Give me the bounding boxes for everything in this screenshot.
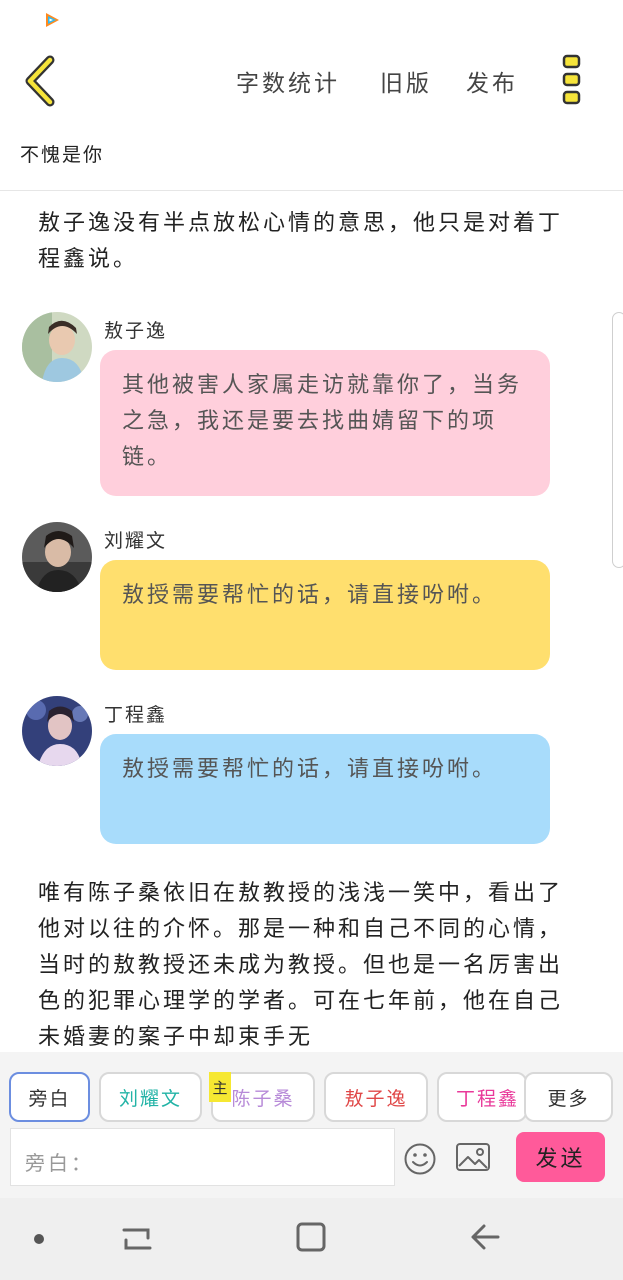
back-nav-icon[interactable] xyxy=(468,1220,502,1254)
smiley-icon xyxy=(404,1143,436,1175)
role-chip-narrator[interactable]: 旁白 xyxy=(9,1072,90,1122)
chapter-title[interactable]: 不愧是你 xyxy=(20,140,104,167)
more-roles-button[interactable]: 更多 xyxy=(524,1072,613,1122)
emoji-button[interactable] xyxy=(403,1142,437,1176)
role-label: 旁白 xyxy=(28,1087,71,1110)
status-bar xyxy=(0,0,623,42)
scrollbar-handle[interactable] xyxy=(612,312,623,568)
tencent-video-icon xyxy=(46,13,59,27)
recent-apps-icon[interactable] xyxy=(120,1222,154,1256)
top-bar: 字数统计 旧版 发布 xyxy=(0,42,623,122)
chat-message: 刘耀文 敖授需要帮忙的话，请直接吩咐。 xyxy=(22,522,582,672)
speaker-name: 丁程鑫 xyxy=(104,704,168,726)
narration-text: 唯有陈子桑依旧在敖教授的浅浅一笑中，看出了他对以往的介怀。那是一种和自己不同的心… xyxy=(38,881,564,1050)
home-icon[interactable] xyxy=(294,1220,328,1254)
divider xyxy=(0,190,623,191)
composer-panel: 旁白 刘耀文 陈子桑 敖子逸 丁程鑫 更多 旁白： 发送 xyxy=(0,1052,623,1198)
narration-text: 敖子逸没有半点放松心情的意思，他只是对着丁程鑫说。 xyxy=(38,211,564,272)
message-bubble[interactable]: 其他被害人家属走访就靠你了，当务之急，我还是要去找曲婧留下的项链。 xyxy=(100,350,550,496)
avatar[interactable] xyxy=(22,522,92,592)
main-role-badge: 主 xyxy=(209,1072,231,1102)
role-label: 丁程鑫 xyxy=(455,1087,519,1110)
role-chip-liu-yaowen[interactable]: 刘耀文 xyxy=(99,1072,202,1122)
word-count-button[interactable]: 字数统计 xyxy=(236,64,340,98)
role-label: 更多 xyxy=(547,1087,590,1110)
speaker-name: 敖子逸 xyxy=(104,320,168,342)
publish-button[interactable]: 发布 xyxy=(466,64,518,98)
chat-message: 敖子逸 其他被害人家属走访就靠你了，当务之急，我还是要去找曲婧留下的项链。 xyxy=(22,312,582,502)
avatar[interactable] xyxy=(22,696,92,766)
role-label: 敖子逸 xyxy=(344,1087,408,1110)
old-version-button[interactable]: 旧版 xyxy=(380,64,432,98)
role-chip-ding-chengxin[interactable]: 丁程鑫 xyxy=(437,1072,527,1122)
speaker-name: 刘耀文 xyxy=(104,530,168,552)
send-button[interactable]: 发送 xyxy=(516,1132,605,1182)
message-bubble[interactable]: 敖授需要帮忙的话，请直接吩咐。 xyxy=(100,560,550,670)
image-button[interactable] xyxy=(455,1142,491,1174)
message-bubble[interactable]: 敖授需要帮忙的话，请直接吩咐。 xyxy=(100,734,550,844)
message-input[interactable]: 旁白： xyxy=(10,1128,395,1186)
more-options-button[interactable] xyxy=(560,52,586,108)
dot-indicator-icon xyxy=(34,1234,44,1244)
chat-message: 丁程鑫 敖授需要帮忙的话，请直接吩咐。 xyxy=(22,696,582,846)
avatar[interactable] xyxy=(22,312,92,382)
back-button[interactable] xyxy=(20,54,64,108)
role-label: 刘耀文 xyxy=(118,1087,182,1110)
more-vertical-icon xyxy=(562,54,581,105)
role-chip-ao-ziyi[interactable]: 敖子逸 xyxy=(324,1072,428,1122)
image-icon xyxy=(456,1143,490,1171)
role-label: 陈子桑 xyxy=(231,1087,295,1110)
chevron-left-icon xyxy=(25,55,55,107)
system-nav-bar xyxy=(0,1198,623,1280)
